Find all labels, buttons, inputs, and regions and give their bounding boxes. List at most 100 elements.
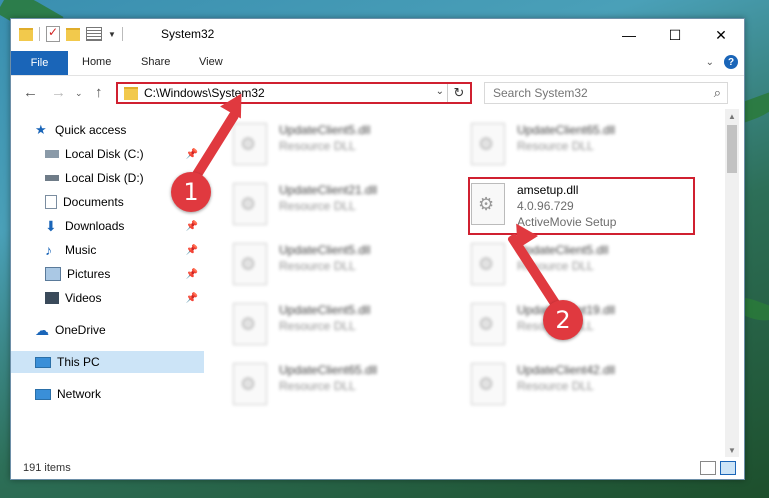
- search-box[interactable]: ⌕: [484, 82, 728, 104]
- recent-locations-chevron-icon[interactable]: ⌄: [75, 88, 83, 99]
- back-arrow-icon[interactable]: ←: [23, 84, 38, 101]
- file-type: Resource DLL: [279, 199, 356, 213]
- drive-icon: [45, 175, 59, 181]
- sidebar-item-pictures[interactable]: Pictures 📌: [11, 263, 204, 285]
- file-name: UpdateClient5.dll: [279, 303, 371, 317]
- sidebar-item-this-pc[interactable]: This PC: [11, 351, 204, 373]
- dll-file-icon: [471, 123, 505, 165]
- pin-icon[interactable]: 📌: [186, 221, 198, 232]
- sidebar-item-videos[interactable]: Videos 📌: [11, 287, 204, 309]
- ribbon-right: ⌄ ?: [706, 55, 738, 69]
- view-switcher: [700, 461, 736, 475]
- tab-home[interactable]: Home: [82, 56, 111, 68]
- list-item[interactable]: UpdateClient65.dll Resource DLL: [449, 117, 659, 167]
- sidebar-item-network[interactable]: Network: [11, 383, 204, 405]
- callout-badge-2: 2: [543, 300, 583, 340]
- list-item[interactable]: UpdateClient42.dll Resource DLL: [449, 357, 659, 407]
- address-row: ← → ⌄ ↑ C:\Windows\System32 ⌄ ↻ ⌕: [11, 76, 744, 110]
- search-icon[interactable]: ⌕: [714, 85, 721, 101]
- address-bar[interactable]: C:\Windows\System32 ⌄ ↻: [116, 82, 472, 104]
- window-controls: — ☐ ✕: [606, 19, 744, 51]
- dll-file-icon: [233, 303, 267, 345]
- file-type: Resource DLL: [517, 379, 594, 393]
- up-arrow-icon[interactable]: ↑: [95, 84, 103, 101]
- large-icons-view-icon[interactable]: [720, 461, 736, 475]
- sidebar-item-label: Local Disk (C:): [65, 147, 144, 161]
- sidebar-item-label: Quick access: [55, 123, 127, 137]
- separator: [121, 27, 123, 41]
- navigation-pane: ★ Quick access Local Disk (C:) 📌 Local D…: [11, 109, 204, 457]
- tab-share[interactable]: Share: [141, 56, 170, 68]
- videos-icon: [45, 292, 59, 304]
- sidebar-item-onedrive[interactable]: ☁ OneDrive: [11, 319, 204, 341]
- list-item[interactable]: UpdateClient65.dll Resource DLL: [211, 357, 421, 407]
- file-name: UpdateClient42.dll: [517, 363, 616, 377]
- downloads-icon: ⬇: [45, 218, 57, 234]
- dll-file-icon: [233, 243, 267, 285]
- tab-file[interactable]: File: [11, 51, 68, 75]
- quick-access-toolbar: ▼: [19, 25, 123, 42]
- tab-view[interactable]: View: [199, 56, 223, 68]
- sidebar-item-label: Network: [57, 387, 102, 401]
- help-icon[interactable]: ?: [724, 55, 738, 69]
- dll-file-icon: [233, 363, 267, 405]
- status-bar: 191 items: [11, 457, 744, 479]
- properties-icon[interactable]: [86, 27, 102, 41]
- file-type: Resource DLL: [279, 319, 356, 333]
- dll-file-icon: [233, 183, 267, 225]
- vertical-scrollbar[interactable]: ▲ ▼: [725, 109, 739, 457]
- network-icon: [35, 388, 51, 400]
- drive-icon: [45, 150, 59, 158]
- details-view-icon[interactable]: [700, 461, 716, 475]
- sidebar-item-label: OneDrive: [55, 323, 106, 337]
- sidebar-item-label: Music: [65, 243, 97, 257]
- properties-check-icon[interactable]: [46, 25, 60, 42]
- file-name: UpdateClient21.dll: [279, 183, 378, 197]
- callout-badge-1: 1: [171, 172, 211, 212]
- scroll-thumb[interactable]: [727, 125, 737, 173]
- maximize-button[interactable]: ☐: [652, 19, 698, 51]
- scroll-up-icon[interactable]: ▲: [725, 109, 739, 123]
- file-type: Resource DLL: [279, 379, 356, 393]
- pin-icon[interactable]: 📌: [186, 149, 198, 160]
- new-folder-icon[interactable]: [66, 27, 80, 41]
- music-icon: ♪: [45, 242, 52, 258]
- address-dropdown-chevron-icon[interactable]: ⌄: [436, 86, 444, 97]
- customize-toolbar-chevron-icon[interactable]: ▼: [108, 30, 116, 39]
- explorer-window: ▼ System32 — ☐ ✕ File Home Share View ⌄ …: [10, 18, 745, 480]
- list-item[interactable]: UpdateClient5.dll Resource DLL: [449, 237, 659, 287]
- pin-icon[interactable]: 📌: [186, 245, 198, 256]
- sidebar-item-music[interactable]: ♪ Music 📌: [11, 239, 204, 261]
- list-item[interactable]: UpdateClient5.dll Resource DLL: [211, 297, 421, 347]
- dll-file-icon: [471, 243, 505, 285]
- scroll-down-icon[interactable]: ▼: [725, 443, 739, 457]
- sidebar-item-local-disk-c[interactable]: Local Disk (C:) 📌: [11, 143, 204, 165]
- dll-file-icon: [471, 303, 505, 345]
- pin-icon[interactable]: 📌: [186, 269, 198, 280]
- sidebar-item-label: Pictures: [67, 267, 111, 281]
- list-item[interactable]: UpdateClient5.dll Resource DLL: [211, 237, 421, 287]
- file-type: Resource DLL: [279, 259, 356, 273]
- sidebar-item-quick-access[interactable]: ★ Quick access: [11, 119, 204, 141]
- sidebar-item-label: Downloads: [65, 219, 125, 233]
- search-input[interactable]: [491, 85, 695, 101]
- list-item[interactable]: UpdateClient21.dll Resource DLL: [211, 177, 421, 227]
- pin-icon[interactable]: 📌: [186, 293, 198, 304]
- refresh-icon[interactable]: ↻: [447, 84, 470, 102]
- list-item[interactable]: UpdateClient5.dll Resource DLL: [211, 117, 421, 167]
- file-type: Resource DLL: [279, 139, 356, 153]
- minimize-button[interactable]: —: [606, 19, 652, 51]
- item-count: 191 items: [23, 462, 71, 474]
- dll-file-icon: [471, 363, 505, 405]
- sidebar-item-label: Documents: [63, 195, 124, 209]
- cloud-icon: ☁: [35, 322, 49, 338]
- file-name: UpdateClient5.dll: [279, 123, 371, 137]
- forward-arrow-icon[interactable]: →: [51, 84, 66, 101]
- expand-ribbon-chevron-icon[interactable]: ⌄: [706, 57, 714, 68]
- documents-icon: [45, 195, 57, 209]
- file-type: Resource DLL: [517, 139, 594, 153]
- sidebar-item-downloads[interactable]: ⬇ Downloads 📌: [11, 215, 204, 237]
- file-name: UpdateClient5.dll: [517, 243, 609, 257]
- close-button[interactable]: ✕: [698, 19, 744, 51]
- star-icon: ★: [35, 122, 47, 137]
